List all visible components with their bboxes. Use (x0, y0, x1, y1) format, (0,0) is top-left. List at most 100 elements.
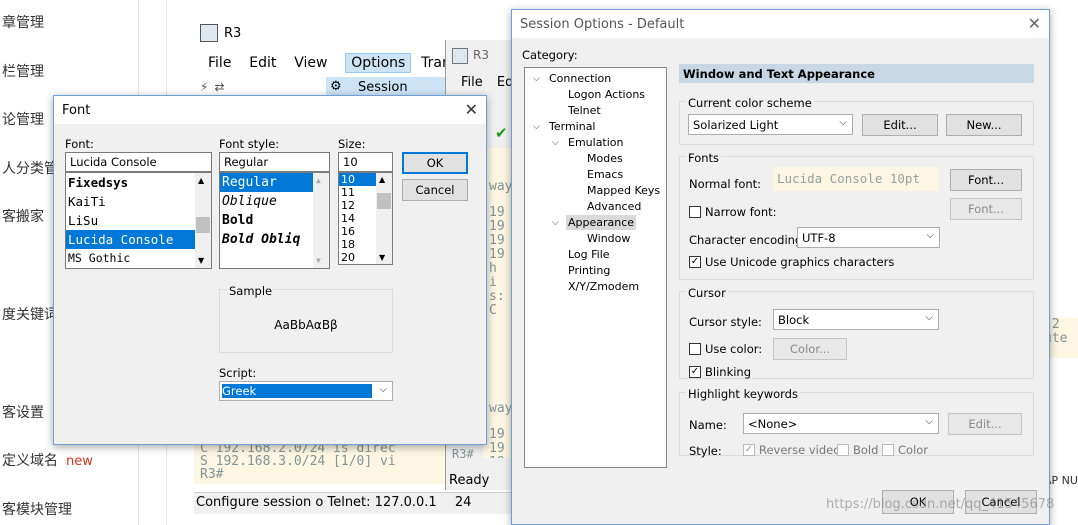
cursor-style-select[interactable]: Block ⌵ (773, 309, 939, 330)
cancel-button[interactable]: Cancel (402, 179, 468, 201)
terminal-line: 19 (489, 219, 505, 234)
sidebar-label: 人分类管 (2, 161, 58, 177)
highlight-name-select[interactable]: <None> ⌵ (743, 413, 939, 434)
list-item[interactable]: Fixedsys (66, 173, 211, 192)
tree-item-emulation[interactable]: Emulation (568, 136, 624, 149)
chevron-down-icon[interactable]: ⌵ (533, 122, 540, 132)
sidebar-item-keywords[interactable]: 度关键词 (2, 304, 58, 324)
lightning-icon[interactable]: ⚡ (200, 80, 214, 94)
list-item[interactable]: Lucida Console (66, 230, 211, 249)
menu-file[interactable]: File (461, 75, 483, 90)
tree-item-printing[interactable]: Printing (568, 264, 610, 277)
encoding-select[interactable]: UTF-8 ⌵ (797, 227, 940, 248)
color-scheme-select[interactable]: Solarized Light ⌵ (688, 114, 853, 135)
scrollbar[interactable]: ▲ ▼ (313, 173, 329, 268)
use-color-label: Use color: (705, 342, 763, 356)
sidebar-item-modules[interactable]: 客模块管理 (2, 499, 72, 519)
use-color-checkbox[interactable] (689, 343, 701, 355)
tree-item-xyzmodem[interactable]: X/Y/Zmodem (568, 280, 639, 293)
tree-item-terminal[interactable]: Terminal (549, 120, 596, 133)
tree-item-mapped-keys[interactable]: Mapped Keys (587, 184, 660, 197)
narrow-font-button[interactable]: Font... (950, 198, 1022, 220)
scroll-down-icon[interactable]: ▼ (316, 256, 321, 265)
normal-font-button[interactable]: Font... (950, 169, 1022, 191)
font-style-list[interactable]: Regular Oblique Bold Bold Obliq ▲ ▼ (219, 172, 330, 269)
scroll-down-icon[interactable]: ▼ (198, 256, 204, 265)
tree-item-telnet[interactable]: Telnet (568, 104, 601, 117)
sample-group: Sample AaBbAαBβ (219, 284, 393, 353)
unicode-checkbox[interactable]: ✓ (689, 256, 701, 268)
font-style-label: Font style: (219, 137, 280, 151)
status-bar: Configure session o Telnet: 127.0.0.1 24 (194, 492, 514, 514)
font-style-input[interactable]: Regular (219, 152, 330, 172)
scrollbar[interactable]: ▲ ▼ (195, 173, 211, 268)
tree-item-advanced[interactable]: Advanced (587, 200, 641, 213)
new-scheme-button[interactable]: New... (946, 114, 1022, 136)
narrow-font-checkbox[interactable] (689, 206, 701, 218)
font-list[interactable]: Fixedsys KaiTi LiSu Lucida Console MS Go… (65, 172, 212, 269)
scroll-up-icon[interactable]: ▲ (198, 176, 204, 185)
blinking-checkbox[interactable]: ✓ (689, 366, 701, 378)
tree-item-emacs[interactable]: Emacs (587, 168, 623, 181)
chevron-down-icon[interactable]: ⌵ (552, 218, 559, 228)
close-icon[interactable]: ✕ (465, 100, 478, 119)
tree-item-logon-actions[interactable]: Logon Actions (568, 88, 645, 101)
category-tree[interactable]: ⌵ Connection Logon Actions Telnet ⌵ Term… (524, 67, 667, 468)
size-list[interactable]: 10 11 12 14 16 18 20 ▲ ▼ (338, 172, 393, 265)
sidebar-label: 章管理 (2, 15, 44, 31)
menu-options[interactable]: Options (345, 53, 412, 73)
terminal-line: way (489, 179, 513, 194)
close-icon[interactable]: ✕ (1028, 14, 1041, 33)
list-item[interactable]: MS Gothic (66, 249, 211, 268)
edit-scheme-button[interactable]: Edit... (862, 114, 938, 136)
tree-item-modes[interactable]: Modes (587, 152, 623, 165)
menu-view[interactable]: View (294, 55, 327, 71)
tree-item-connection[interactable]: Connection (549, 72, 611, 85)
reconnect-icon[interactable]: ⇄ (214, 80, 230, 94)
chevron-down-icon[interactable]: ⌵ (533, 74, 540, 84)
bold-label: Bold (853, 443, 879, 457)
sidebar-item-settings[interactable]: 客设置 (2, 402, 44, 422)
font-dialog: Font ✕ Font: Lucida Console Fixedsys Kai… (53, 95, 487, 445)
sidebar-item-articles[interactable]: 章管理 (2, 12, 44, 32)
sample-label: Sample (228, 284, 274, 298)
gear-icon: ⚙ (330, 79, 342, 94)
list-item[interactable]: LiSu (66, 211, 211, 230)
scroll-up-icon[interactable]: ▲ (379, 175, 385, 184)
scroll-down-icon[interactable]: ▼ (379, 253, 385, 262)
cursor-color-button[interactable]: Color... (773, 338, 847, 360)
normal-font-label: Normal font: (689, 177, 762, 191)
scroll-thumb[interactable] (196, 217, 210, 233)
tree-item-window[interactable]: Window (587, 232, 630, 245)
window-title: R3 (224, 26, 242, 41)
size-input[interactable]: 10 (338, 152, 393, 172)
scroll-up-icon[interactable]: ▲ (316, 176, 321, 185)
color-checkbox[interactable] (882, 444, 894, 456)
highlight-edit-button[interactable]: Edit... (948, 413, 1022, 435)
sidebar-label: 栏管理 (2, 64, 44, 80)
ok-button[interactable]: OK (402, 152, 468, 174)
name-label: Name: (689, 418, 727, 432)
sidebar-item-domain[interactable]: 定义域名 new (2, 450, 93, 470)
list-item[interactable]: KaiTi (66, 192, 211, 211)
encoding-label: Character encoding: (689, 233, 807, 247)
chevron-down-icon[interactable]: ⌵ (552, 138, 559, 148)
cursor-style-value: Block (778, 313, 810, 327)
sidebar-item-comments[interactable]: 论管理 (2, 109, 44, 129)
font-name-input[interactable]: Lucida Console (65, 152, 212, 172)
sidebar-item-columns[interactable]: 栏管理 (2, 61, 44, 81)
menu-file[interactable]: File (208, 55, 231, 71)
tree-item-log-file[interactable]: Log File (568, 248, 610, 261)
sidebar-item-categories[interactable]: 人分类管 (2, 158, 58, 178)
sidebar-item-move[interactable]: 客搬家 (2, 206, 44, 226)
sidebar-label: 客设置 (2, 405, 44, 421)
menu-edit[interactable]: Edit (249, 55, 276, 71)
chevron-down-icon: ⌵ (379, 384, 387, 395)
color-label: Color (898, 443, 929, 457)
bold-checkbox[interactable] (837, 444, 849, 456)
scroll-thumb[interactable] (377, 193, 391, 209)
reverse-video-checkbox[interactable]: ✓ (743, 444, 755, 456)
scrollbar[interactable]: ▲ ▼ (376, 173, 392, 264)
script-select[interactable]: Greek ⌵ (219, 381, 393, 401)
tree-item-appearance[interactable]: Appearance (566, 215, 637, 230)
